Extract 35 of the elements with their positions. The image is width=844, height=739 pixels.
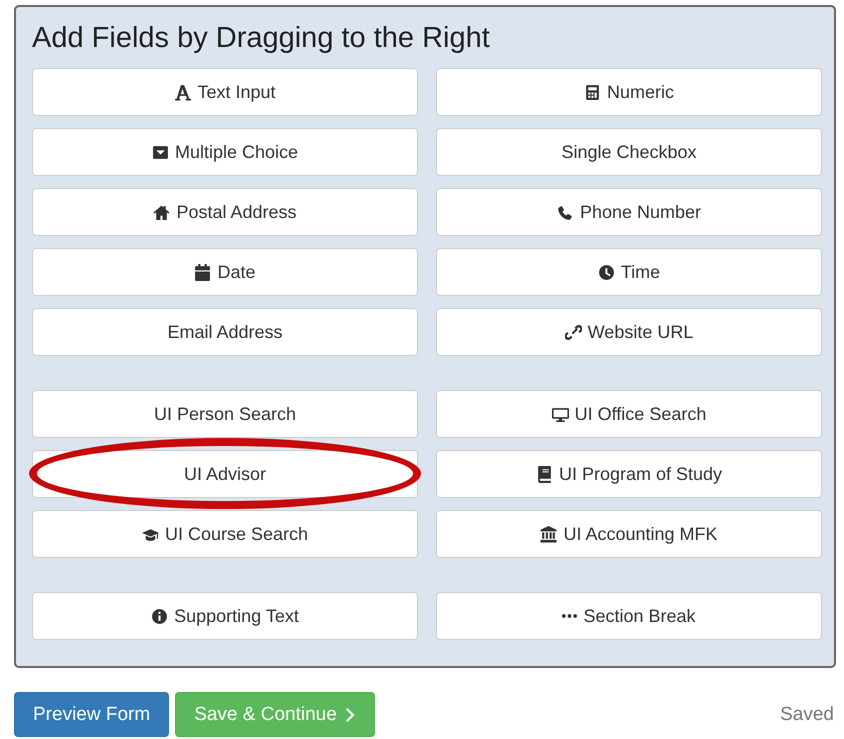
field-button[interactable]: Time (436, 248, 822, 296)
field-button[interactable]: UI Office Search (436, 390, 822, 438)
monitor-icon (552, 406, 569, 422)
field-button[interactable]: Date (32, 248, 418, 296)
field-button[interactable]: Supporting Text (32, 592, 418, 640)
field-button[interactable]: Section Break (436, 592, 822, 640)
chevron-right-icon (344, 706, 356, 722)
phone-icon (556, 204, 574, 220)
calculator-icon (584, 84, 601, 100)
field-button[interactable]: Postal Address (32, 188, 418, 236)
field-button[interactable]: UI Advisor (32, 450, 418, 498)
field-button[interactable]: Text Input (32, 68, 418, 116)
calendar-icon (194, 264, 212, 280)
ellipsis-icon (562, 614, 578, 618)
field-button[interactable]: Single Checkbox (436, 128, 822, 176)
field-button[interactable]: Email Address (32, 308, 418, 356)
info-icon (151, 608, 168, 624)
dropdown-icon (152, 144, 169, 160)
panel-title: Add Fields by Dragging to the Right (32, 21, 491, 56)
preview-button[interactable]: Preview Form (14, 692, 170, 737)
link-icon (564, 324, 582, 340)
bank-icon (540, 526, 558, 542)
field-button[interactable]: UI Course Search (32, 510, 418, 558)
text-a-icon (174, 84, 192, 100)
field-button[interactable]: UI Person Search (32, 390, 418, 438)
field-button[interactable]: UI Program of Study (436, 450, 822, 498)
save-status: Saved (780, 704, 834, 726)
field-button[interactable]: Website URL (436, 308, 822, 356)
field-button[interactable]: Numeric (436, 68, 822, 116)
book-icon (536, 466, 553, 482)
field-button[interactable]: Phone Number (436, 188, 822, 236)
house-icon (153, 204, 170, 220)
clock-icon (598, 264, 615, 280)
field-button[interactable]: Multiple Choice (32, 128, 418, 176)
field-button[interactable]: UI Accounting MFK (436, 510, 822, 558)
